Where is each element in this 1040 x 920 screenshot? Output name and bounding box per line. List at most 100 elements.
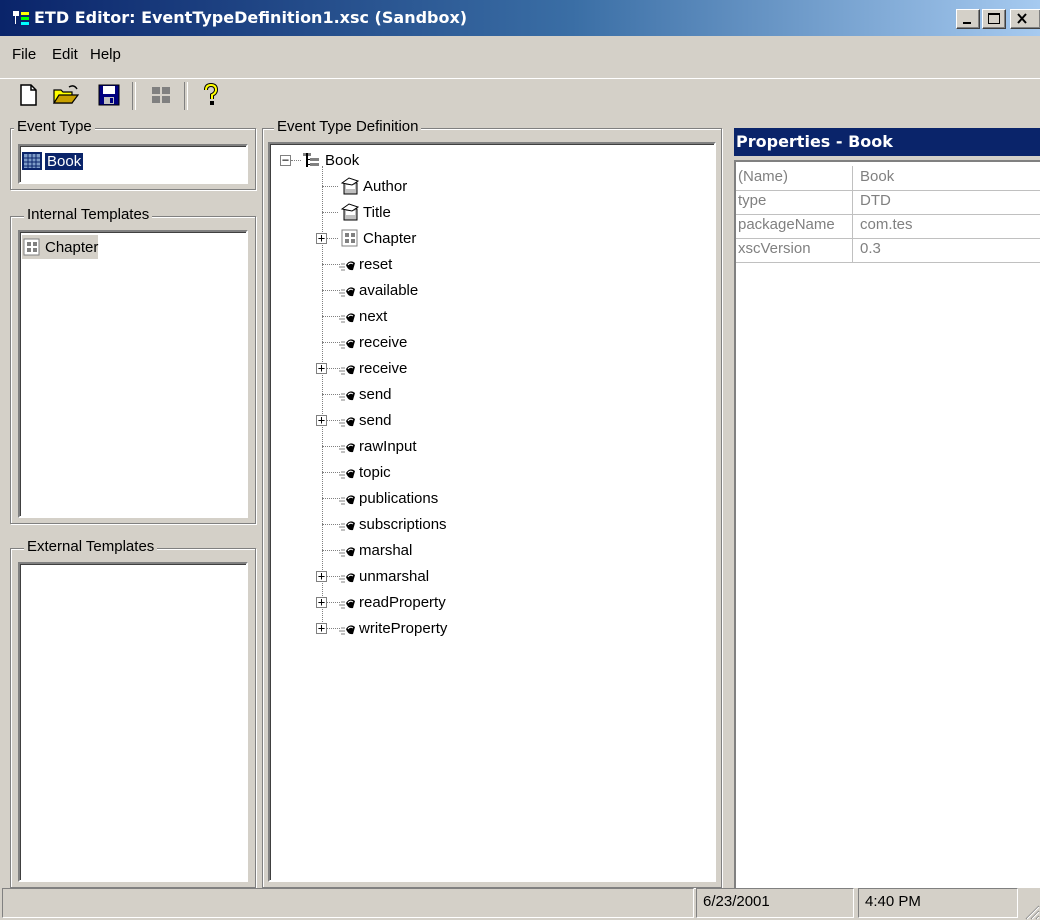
method-node-icon bbox=[339, 599, 355, 609]
template-node-icon bbox=[341, 229, 358, 247]
tree-connector bbox=[291, 160, 301, 161]
view-button[interactable] bbox=[148, 82, 174, 108]
property-divider bbox=[852, 166, 853, 190]
property-row[interactable]: packageName com.tes bbox=[736, 214, 1040, 239]
tree-item-label: next bbox=[359, 307, 388, 325]
property-value: 0.3 bbox=[860, 240, 881, 257]
property-value: com.tes bbox=[860, 216, 913, 233]
maximize-button[interactable] bbox=[982, 9, 1006, 29]
new-button[interactable] bbox=[16, 82, 42, 108]
tree-item-label: topic bbox=[359, 463, 391, 481]
internal-template-label: Chapter bbox=[45, 238, 99, 256]
method-node-icon bbox=[339, 339, 355, 349]
root-node-icon bbox=[303, 153, 319, 167]
minimize-button[interactable] bbox=[956, 9, 980, 29]
property-row[interactable]: type DTD bbox=[736, 190, 1040, 215]
expand-toggle[interactable]: + bbox=[316, 596, 327, 608]
collapse-toggle[interactable]: − bbox=[280, 154, 291, 166]
menu-edit[interactable]: Edit bbox=[52, 46, 78, 63]
tree-item[interactable]: readProperty bbox=[336, 589, 446, 615]
menu-help[interactable]: Help bbox=[90, 46, 121, 63]
tree-item[interactable]: available bbox=[336, 277, 418, 303]
property-name: packageName bbox=[738, 216, 835, 233]
property-row[interactable]: xscVersion 0.3 bbox=[736, 238, 1040, 263]
expand-toggle[interactable]: + bbox=[316, 570, 327, 582]
tree-item[interactable]: rawInput bbox=[336, 433, 417, 459]
tree-root-book[interactable]: Book bbox=[302, 147, 359, 173]
tree-item-label: send bbox=[359, 411, 392, 429]
property-row[interactable]: (Name) Book bbox=[736, 166, 1040, 191]
help-button[interactable] bbox=[198, 82, 224, 108]
tree-item[interactable]: publications bbox=[336, 485, 438, 511]
tree-item-label: receive bbox=[359, 333, 408, 351]
tree-item[interactable]: subscriptions bbox=[336, 511, 447, 537]
method-node-icon bbox=[339, 547, 355, 557]
method-node-icon bbox=[339, 495, 355, 505]
tree-item-label: publications bbox=[359, 489, 439, 507]
tree-item[interactable]: topic bbox=[336, 459, 391, 485]
method-node-icon bbox=[339, 261, 355, 271]
menu-bar bbox=[0, 36, 1040, 74]
tree-connector bbox=[322, 212, 338, 213]
method-node-icon bbox=[339, 365, 355, 375]
internal-template-item-chapter[interactable]: Chapter bbox=[22, 235, 99, 259]
tree-item[interactable]: receive bbox=[336, 355, 407, 381]
tree-item-label: available bbox=[359, 281, 419, 299]
properties-grid[interactable]: (Name) Book type DTD packageName com.tes… bbox=[734, 160, 1040, 888]
tree-item[interactable]: writeProperty bbox=[336, 615, 447, 641]
expand-toggle[interactable]: + bbox=[316, 622, 327, 634]
tree-item[interactable]: Chapter bbox=[340, 225, 416, 251]
toolbar-separator bbox=[184, 82, 188, 110]
tree-item[interactable]: unmarshal bbox=[336, 563, 429, 589]
property-name: type bbox=[738, 192, 767, 209]
close-button[interactable] bbox=[1010, 9, 1040, 29]
tree-item[interactable]: receive bbox=[336, 329, 407, 355]
property-divider bbox=[852, 214, 853, 238]
tree-item-label: writeProperty bbox=[359, 619, 448, 637]
method-node-icon bbox=[339, 417, 355, 427]
method-node-icon bbox=[339, 521, 355, 531]
event-type-item-label: Book bbox=[43, 151, 85, 171]
template-icon bbox=[23, 238, 40, 256]
method-node-icon bbox=[339, 573, 355, 583]
tree-item[interactable]: reset bbox=[336, 251, 392, 277]
method-node-icon bbox=[339, 443, 355, 453]
tree-item-label: marshal bbox=[359, 541, 413, 559]
tree-item[interactable]: Title bbox=[340, 199, 391, 225]
tree-item[interactable]: Author bbox=[340, 173, 407, 199]
status-date: 6/23/2001 bbox=[696, 888, 854, 918]
method-node-icon bbox=[339, 287, 355, 297]
save-disk-icon bbox=[98, 84, 120, 106]
tree-connector bbox=[322, 186, 338, 187]
tree-item[interactable]: send bbox=[336, 407, 392, 433]
internal-templates-list[interactable]: Chapter bbox=[18, 230, 248, 518]
event-type-list[interactable]: Book bbox=[18, 144, 248, 184]
menu-file[interactable]: File bbox=[12, 46, 36, 63]
resize-grip-icon[interactable] bbox=[1022, 902, 1040, 920]
maximize-icon bbox=[988, 13, 1000, 24]
tree-item[interactable]: next bbox=[336, 303, 387, 329]
grid-view-icon bbox=[152, 87, 170, 103]
tree-item-label: receive bbox=[359, 359, 408, 377]
open-button[interactable] bbox=[52, 82, 80, 108]
property-divider bbox=[852, 238, 853, 262]
expand-toggle[interactable]: + bbox=[316, 232, 327, 244]
internal-templates-label: Internal Templates bbox=[24, 206, 153, 223]
expand-toggle[interactable]: + bbox=[316, 414, 327, 426]
tree-item[interactable]: marshal bbox=[336, 537, 412, 563]
app-icon bbox=[12, 10, 30, 26]
method-node-icon bbox=[339, 625, 355, 635]
status-message bbox=[2, 888, 694, 918]
event-type-item-book[interactable]: Book bbox=[22, 149, 85, 173]
property-divider bbox=[852, 190, 853, 214]
external-templates-label: External Templates bbox=[24, 538, 158, 555]
expand-toggle[interactable]: + bbox=[316, 362, 327, 374]
property-value: Book bbox=[860, 168, 895, 185]
window-title: ETD Editor: EventTypeDefinition1.xsc (Sa… bbox=[34, 8, 468, 27]
property-name: (Name) bbox=[738, 168, 789, 185]
event-type-tree[interactable]: − Book Author Title + Chapter reset available… bbox=[268, 142, 716, 882]
external-templates-list[interactable] bbox=[18, 562, 248, 882]
save-button[interactable] bbox=[96, 82, 122, 108]
element-node-icon bbox=[340, 203, 360, 221]
tree-item[interactable]: send bbox=[336, 381, 392, 407]
